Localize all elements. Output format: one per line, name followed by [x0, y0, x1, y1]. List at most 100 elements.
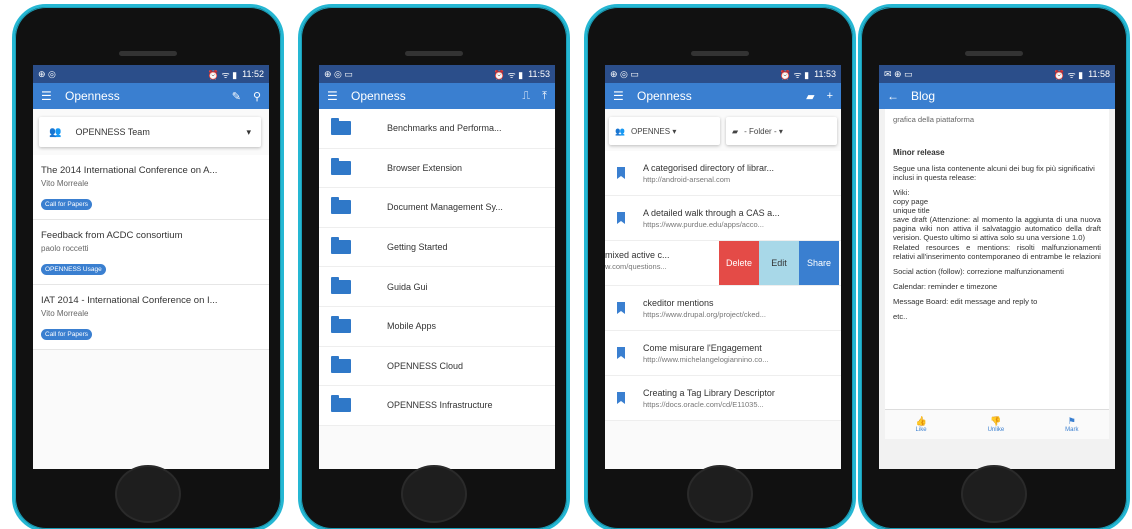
folder-name: Benchmarks and Performa...: [387, 123, 502, 134]
folder-icon: [331, 395, 351, 413]
blog-paragraph: Segue una lista contenente alcuni dei bu…: [893, 163, 1095, 182]
search-icon[interactable]: ⚲: [253, 90, 261, 103]
link-item[interactable]: A categorised directory of librar... http…: [605, 151, 841, 196]
edit-icon[interactable]: ✎: [232, 90, 241, 103]
blog-heading: Minor release: [893, 148, 945, 158]
post-item[interactable]: The 2014 International Conference on A..…: [33, 155, 269, 220]
menu-icon[interactable]: ☰: [613, 89, 627, 103]
share-button[interactable]: Share: [799, 241, 839, 285]
like-label: Like: [915, 427, 927, 433]
status-left-icons: ⊕ ◎ ▭: [610, 68, 639, 79]
flag-icon: ⚑: [1067, 416, 1076, 426]
home-button[interactable]: [401, 465, 467, 523]
app-title: Openness: [637, 89, 692, 103]
folder-item[interactable]: Getting Started: [319, 227, 555, 268]
swiped-link-item[interactable]: mixed active c... w.com/questions... Del…: [605, 241, 841, 286]
folder-item[interactable]: Document Management Sy...: [319, 188, 555, 228]
post-tag[interactable]: OPENNESS Usage: [41, 264, 106, 275]
blog-paragraph: Wiki: copy page unique title save draft …: [893, 187, 1101, 261]
status-bar: ⊕ ◎ ▭ ⏰ ᯤ ▮ 11:53: [605, 65, 841, 83]
link-item[interactable]: A detailed walk through a CAS a... https:…: [605, 196, 841, 241]
post-tag[interactable]: Call for Papers: [41, 199, 92, 210]
folder-item[interactable]: Guida Gui: [319, 267, 555, 307]
blog-paragraph: Calendar: reminder e timezone: [893, 281, 998, 291]
unlike-label: Unlike: [987, 427, 1005, 433]
blog-actions: 👍 Like 👎 Unlike ⚑ Mark: [885, 409, 1109, 439]
home-button[interactable]: [961, 465, 1027, 523]
link-url: https://www.drupal.org/project/cked...: [643, 309, 766, 319]
link-item[interactable]: Creating a Tag Library Descriptor https:/…: [605, 376, 841, 421]
thumbs-down-icon: 👎: [990, 416, 1002, 426]
folder-icon[interactable]: ▰: [806, 90, 814, 103]
post-author: Vito Morreale: [41, 179, 89, 188]
post-item[interactable]: IAT 2014 - International Conference on I…: [33, 285, 269, 350]
blog-paragraph: Message Board: edit message and reply to: [893, 297, 1038, 307]
stage: ⊕ ◎ ⏰ ᯤ ▮ 11:52 ☰ Openness ✎ ⚲ 👥 OPENNESS…: [0, 0, 1132, 529]
clock: 11:53: [814, 69, 836, 79]
link-item[interactable]: ckeditor mentions https://www.drupal.org/…: [605, 286, 841, 331]
group-icon: 👥: [49, 126, 62, 138]
back-arrow-icon[interactable]: ←: [887, 89, 901, 103]
team-filter[interactable]: 👥 OPENNES ▾: [609, 117, 720, 145]
menu-icon[interactable]: ☰: [327, 89, 341, 103]
link-title: A categorised directory of librar...: [643, 162, 775, 173]
add-icon[interactable]: +: [827, 90, 833, 102]
folder-filter[interactable]: ▰ - Folder - ▾: [726, 117, 837, 145]
clock: 11:58: [1088, 69, 1110, 79]
app-bar: ☰ Openness ⎍ ⤒: [319, 83, 555, 109]
upload-icon[interactable]: ⤒: [542, 90, 547, 103]
folder-item[interactable]: Browser Extension: [319, 148, 555, 189]
alarm-wifi-signal-battery-icons: ⏰ ᯤ ▮: [207, 69, 238, 80]
folder-name: OPENNESS Infrastructure: [387, 400, 493, 411]
folder-name: OPENNESS Cloud: [387, 360, 464, 371]
inbox-icon[interactable]: ⎍: [522, 90, 530, 103]
filters: 👥 OPENNES ▾ ▰ - Folder - ▾: [609, 117, 837, 145]
alarm-wifi-signal-battery-icons: ⏰ ᯤ ▮: [1053, 69, 1084, 80]
folder-item[interactable]: OPENNESS Cloud: [319, 346, 555, 387]
unlike-button[interactable]: 👎 Unlike: [988, 416, 1005, 433]
status-left-icons: ⊕ ◎: [38, 68, 56, 79]
app-bar: ← Blog: [879, 83, 1115, 109]
bookmark-icon: [617, 212, 625, 224]
screen-4: ✉ ⊕ ▭ ⏰ ᯤ ▮ 11:58 ← Blog grafica della pi…: [879, 65, 1115, 469]
folder-item[interactable]: OPENNESS Infrastructure: [319, 386, 555, 426]
delete-button[interactable]: Delete: [719, 241, 759, 285]
thumbs-up-icon: 👍: [915, 416, 927, 426]
link-url: w.com/questions...: [605, 262, 667, 271]
folder-icon: ▰: [732, 126, 739, 136]
team-label: OPENNESS Team: [75, 127, 150, 137]
alarm-wifi-signal-battery-icons: ⏰ ᯤ ▮: [493, 69, 524, 80]
link-title: Come misurare l'Engagement: [643, 342, 762, 353]
link-url: http://android-arsenal.com: [643, 174, 731, 184]
link-url: http://www.michelangelogiannino.co...: [643, 354, 769, 364]
speaker: [119, 51, 177, 56]
phone-4: ✉ ⊕ ▭ ⏰ ᯤ ▮ 11:58 ← Blog grafica della pi…: [858, 4, 1130, 529]
post-item[interactable]: Feedback from ACDC consortium paolo rocc…: [33, 220, 269, 285]
folder-item[interactable]: Benchmarks and Performa...: [319, 109, 555, 149]
post-tag[interactable]: Call for Papers: [41, 329, 92, 340]
app-bar: ☰ Openness ▰ +: [605, 83, 841, 109]
team-select[interactable]: 👥 OPENNESS Team ▾: [39, 117, 261, 147]
app-title: Blog: [911, 89, 936, 103]
dropdown-arrow-icon: ▾: [246, 126, 251, 137]
menu-icon[interactable]: ☰: [41, 89, 55, 103]
folder-name: Browser Extension: [387, 162, 463, 173]
home-button[interactable]: [687, 465, 753, 523]
link-title: Creating a Tag Library Descriptor: [643, 387, 775, 398]
folder-item[interactable]: Mobile Apps: [319, 306, 555, 347]
status-bar: ⊕ ◎ ⏰ ᯤ ▮ 11:52: [33, 65, 269, 83]
folder-name: Getting Started: [387, 242, 448, 253]
clock: 11:52: [242, 69, 264, 79]
edit-button[interactable]: Edit: [759, 241, 799, 285]
mark-button[interactable]: ⚑ Mark: [1065, 416, 1078, 433]
post-title: IAT 2014 - International Conference on I…: [41, 295, 218, 306]
home-button[interactable]: [115, 465, 181, 523]
mark-label: Mark: [1065, 427, 1079, 433]
folder-icon: [331, 118, 351, 136]
folder-icon: [331, 276, 351, 294]
folder-name: Guida Gui: [387, 281, 428, 292]
link-item[interactable]: Come misurare l'Engagement http://www.mic…: [605, 331, 841, 376]
folder-icon: [331, 316, 351, 334]
post-author: paolo roccetti: [41, 244, 89, 253]
like-button[interactable]: 👍 Like: [915, 416, 926, 433]
